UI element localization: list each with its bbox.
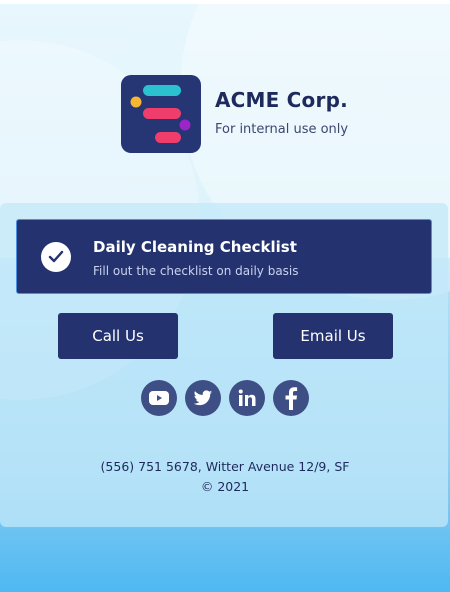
checklist-card[interactable]: Daily Cleaning Checklist Fill out the ch… (16, 219, 432, 294)
logo-icon (121, 75, 201, 153)
linkedin-icon[interactable] (229, 380, 265, 416)
brand-name: ACME Corp. (215, 88, 348, 112)
footer-contact: (556) 751 5678, Witter Avenue 12/9, SF (100, 459, 350, 474)
brand-logo (121, 75, 201, 153)
twitter-icon[interactable] (185, 380, 221, 416)
facebook-icon[interactable] (273, 380, 309, 416)
youtube-icon[interactable] (141, 380, 177, 416)
checkmark-icon (41, 242, 71, 272)
call-us-button[interactable]: Call Us (58, 313, 178, 359)
email-us-button[interactable]: Email Us (273, 313, 393, 359)
checklist-subtitle: Fill out the checklist on daily basis (93, 264, 299, 278)
top-border (0, 0, 450, 4)
checklist-title: Daily Cleaning Checklist (93, 238, 297, 256)
footer-copyright: © 2021 (200, 479, 250, 494)
footer: (556) 751 5678, Witter Avenue 12/9, SF ©… (0, 457, 450, 497)
brand-tagline: For internal use only (215, 122, 349, 137)
